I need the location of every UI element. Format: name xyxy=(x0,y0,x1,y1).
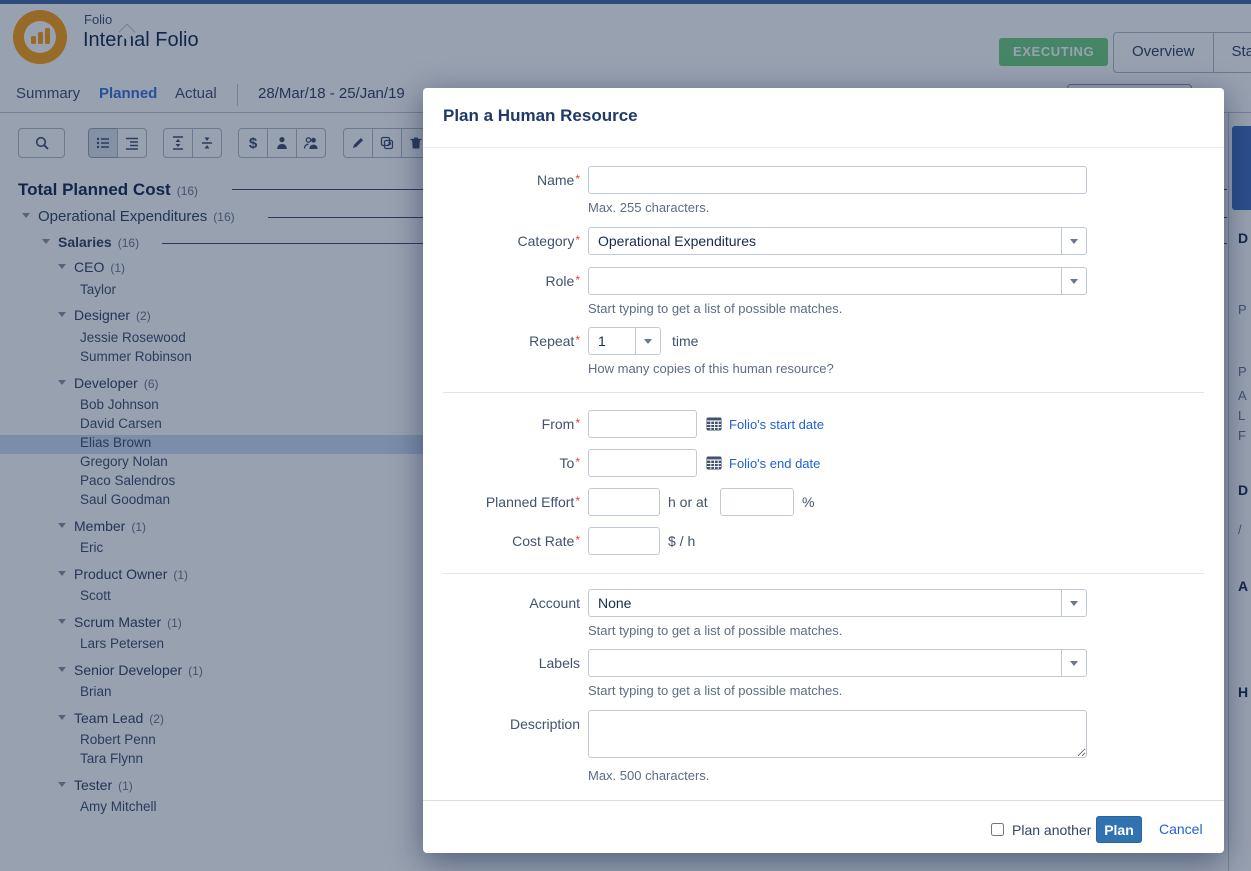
description-label: Description xyxy=(509,716,580,732)
planned-effort-label: Planned Effort* xyxy=(485,494,580,510)
labels-label: Labels xyxy=(538,655,580,671)
cost-rate-unit: $ / h xyxy=(668,533,696,549)
section-divider xyxy=(443,573,1204,574)
repeat-hint: How many copies of this human resource? xyxy=(588,361,834,376)
category-select-arrow[interactable] xyxy=(1061,228,1086,254)
dialog-header-divider xyxy=(423,147,1224,148)
chevron-down-icon xyxy=(1070,239,1078,244)
account-select[interactable]: None xyxy=(588,589,1087,617)
role-select[interactable] xyxy=(588,267,1087,295)
required-asterisk: * xyxy=(575,494,580,508)
repeat-suffix: time xyxy=(672,333,699,349)
chevron-down-icon xyxy=(1070,601,1078,606)
account-hint: Start typing to get a list of possible m… xyxy=(588,623,843,638)
category-value: Operational Expenditures xyxy=(598,233,756,249)
plan-button[interactable]: Plan xyxy=(1096,816,1142,843)
account-label: Account xyxy=(529,595,580,611)
folio-end-date-link[interactable]: Folio's end date xyxy=(729,456,820,471)
account-value: None xyxy=(598,595,632,611)
role-select-arrow[interactable] xyxy=(1061,268,1086,294)
chevron-down-icon xyxy=(644,339,652,344)
cost-rate-field[interactable] xyxy=(588,527,660,555)
description-hint: Max. 500 characters. xyxy=(588,768,710,783)
from-date-field[interactable] xyxy=(588,410,697,438)
planned-effort-percent-field[interactable] xyxy=(720,488,794,516)
required-asterisk: * xyxy=(575,455,580,469)
percent-sign: % xyxy=(802,494,815,510)
section-divider xyxy=(443,392,1204,393)
chevron-down-icon xyxy=(1070,279,1078,284)
required-asterisk: * xyxy=(575,273,580,287)
role-label: Role* xyxy=(545,273,580,289)
repeat-label: Repeat* xyxy=(529,333,580,349)
required-asterisk: * xyxy=(575,416,580,430)
plan-human-resource-dialog: Plan a Human Resource Name* Max. 255 cha… xyxy=(423,88,1224,853)
dialog-footer: Plan another Plan Cancel xyxy=(423,800,1224,854)
planned-effort-hours-field[interactable] xyxy=(588,488,660,516)
category-label: Category* xyxy=(517,233,580,249)
folio-start-date-link[interactable]: Folio's start date xyxy=(729,417,824,432)
description-field[interactable] xyxy=(588,710,1087,758)
required-asterisk: * xyxy=(575,172,580,186)
name-label: Name* xyxy=(536,172,580,188)
plan-another-label: Plan another xyxy=(1012,822,1092,838)
repeat-select[interactable]: 1 xyxy=(588,327,661,355)
to-date-field[interactable] xyxy=(588,449,697,477)
repeat-value: 1 xyxy=(598,333,606,349)
name-hint: Max. 255 characters. xyxy=(588,200,710,215)
cost-rate-label: Cost Rate* xyxy=(512,533,580,549)
calendar-icon[interactable] xyxy=(706,455,722,470)
plan-another-checkbox[interactable] xyxy=(991,823,1004,836)
labels-select-arrow[interactable] xyxy=(1061,650,1086,676)
to-label: To* xyxy=(559,455,580,471)
dialog-title: Plan a Human Resource xyxy=(443,106,638,125)
required-asterisk: * xyxy=(575,333,580,347)
from-label: From* xyxy=(541,416,580,432)
application-window: Folio Internal Folio EXECUTING Overview … xyxy=(0,0,1251,871)
calendar-icon[interactable] xyxy=(706,416,722,431)
planned-effort-units: h or at xyxy=(668,494,708,510)
role-hint: Start typing to get a list of possible m… xyxy=(588,301,843,316)
cancel-link[interactable]: Cancel xyxy=(1159,821,1203,837)
required-asterisk: * xyxy=(575,233,580,247)
labels-hint: Start typing to get a list of possible m… xyxy=(588,683,843,698)
repeat-select-arrow[interactable] xyxy=(635,328,660,354)
name-field[interactable] xyxy=(588,166,1087,194)
chevron-down-icon xyxy=(1070,661,1078,666)
account-select-arrow[interactable] xyxy=(1061,590,1086,616)
labels-select[interactable] xyxy=(588,649,1087,677)
required-asterisk: * xyxy=(575,533,580,547)
category-select[interactable]: Operational Expenditures xyxy=(588,227,1087,255)
